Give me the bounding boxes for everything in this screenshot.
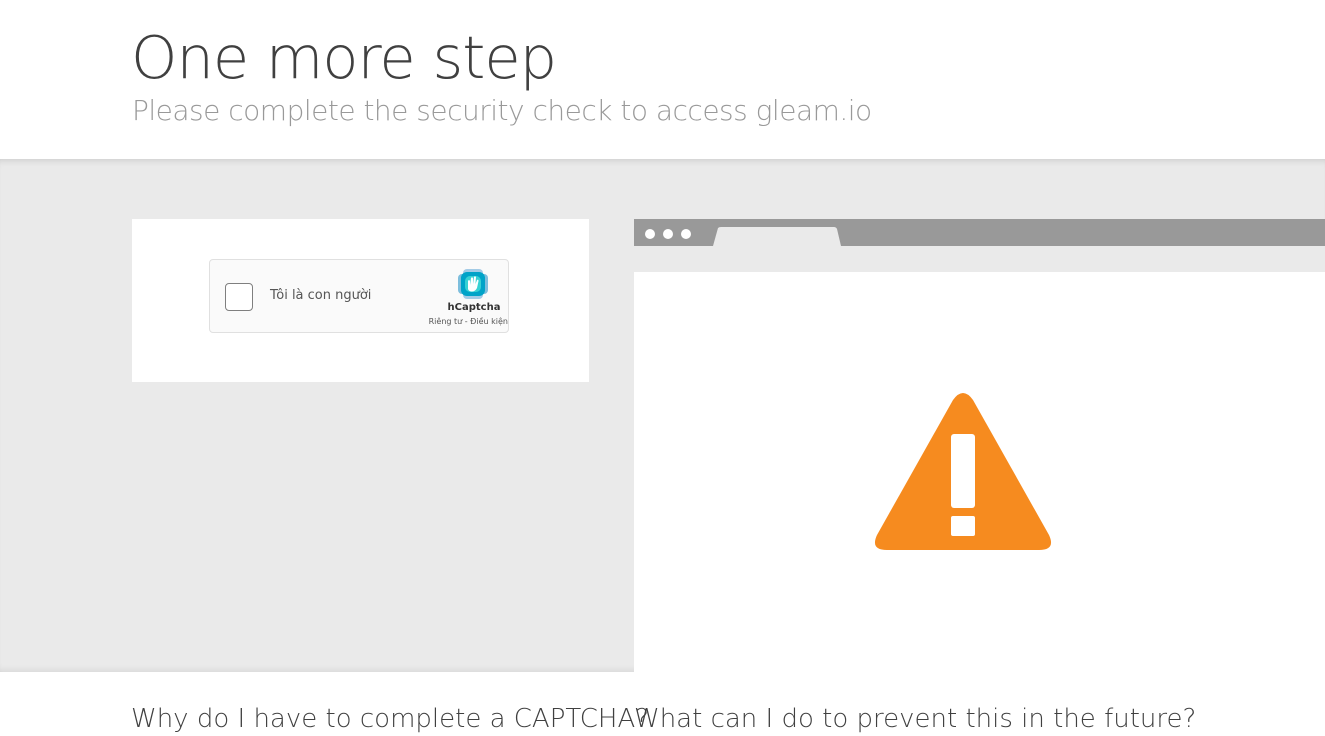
browser-dot-icon [681,229,691,239]
hcaptcha-logo-icon [458,269,488,299]
browser-dot-icon [663,229,673,239]
hcaptcha-widget[interactable]: Tôi là con người hCaptcha Riêng tư - Điề… [209,259,509,333]
browser-illustration [634,219,1325,672]
human-checkbox-label[interactable]: Tôi là con người [270,288,371,303]
warning-icon [874,393,1052,550]
page-subtitle: Please complete the security check to ac… [132,94,872,127]
privacy-terms-links[interactable]: Riêng tư - Điều kiện [420,317,508,326]
faq-why-heading: Why do I have to complete a CAPTCHA? [131,704,650,734]
hcaptcha-brand: hCaptcha [447,302,501,313]
captcha-card: Tôi là con người hCaptcha Riêng tư - Điề… [132,219,589,382]
human-checkbox[interactable] [225,283,253,311]
page-title: One more step [131,23,557,92]
page-header: One more step Please complete the securi… [0,0,1325,159]
faq-prevent-heading: What can I do to prevent this in the fut… [634,704,1197,734]
browser-dot-icon [645,229,655,239]
browser-content [634,272,1325,672]
browser-title-bar [634,219,1325,272]
